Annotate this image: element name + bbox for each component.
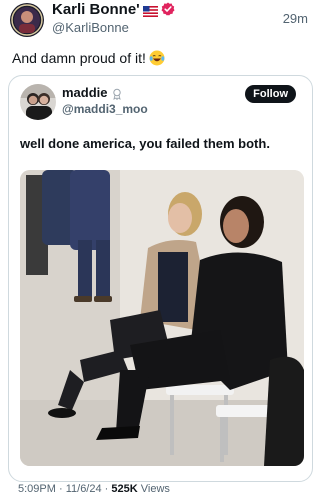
quoted-text: well done america, you failed them both. [20, 136, 270, 151]
follow-button[interactable]: Follow [245, 85, 296, 103]
quoted-author-avatar[interactable] [20, 84, 56, 120]
laughing-tears-emoji-icon [149, 50, 165, 66]
author-name-row: Karli Bonne' [52, 0, 175, 18]
view-count: 525K [111, 483, 138, 495]
views-label: Views [140, 483, 170, 495]
post-date[interactable]: 11/6/24 [66, 483, 102, 495]
ribbon-badge-icon [111, 87, 123, 100]
post-meta-row: 5:09PM · 11/6/24 · 525K Views [18, 483, 170, 495]
post-text: And damn proud of it! [12, 50, 146, 66]
verified-badge-icon [161, 2, 175, 16]
post-text-line: And damn proud of it! [12, 50, 165, 66]
author-handle[interactable]: @KarliBonne [52, 20, 129, 35]
post-time[interactable]: 5:09PM [18, 483, 56, 495]
quoted-post-card[interactable]: maddie @maddi3_moo Follow well done amer… [8, 75, 313, 482]
meta-separator: · [104, 483, 109, 495]
us-flag-icon [142, 4, 158, 17]
quoted-handle[interactable]: @maddi3_moo [62, 102, 148, 116]
quoted-name-row: maddie [62, 85, 123, 100]
post-time-ago[interactable]: 29m [283, 11, 308, 26]
quoted-photo[interactable] [20, 170, 304, 466]
author-avatar[interactable] [10, 3, 44, 37]
author-display-name[interactable]: Karli Bonne' [52, 1, 140, 18]
quoted-display-name[interactable]: maddie [62, 85, 108, 100]
meta-separator: · [58, 483, 63, 495]
